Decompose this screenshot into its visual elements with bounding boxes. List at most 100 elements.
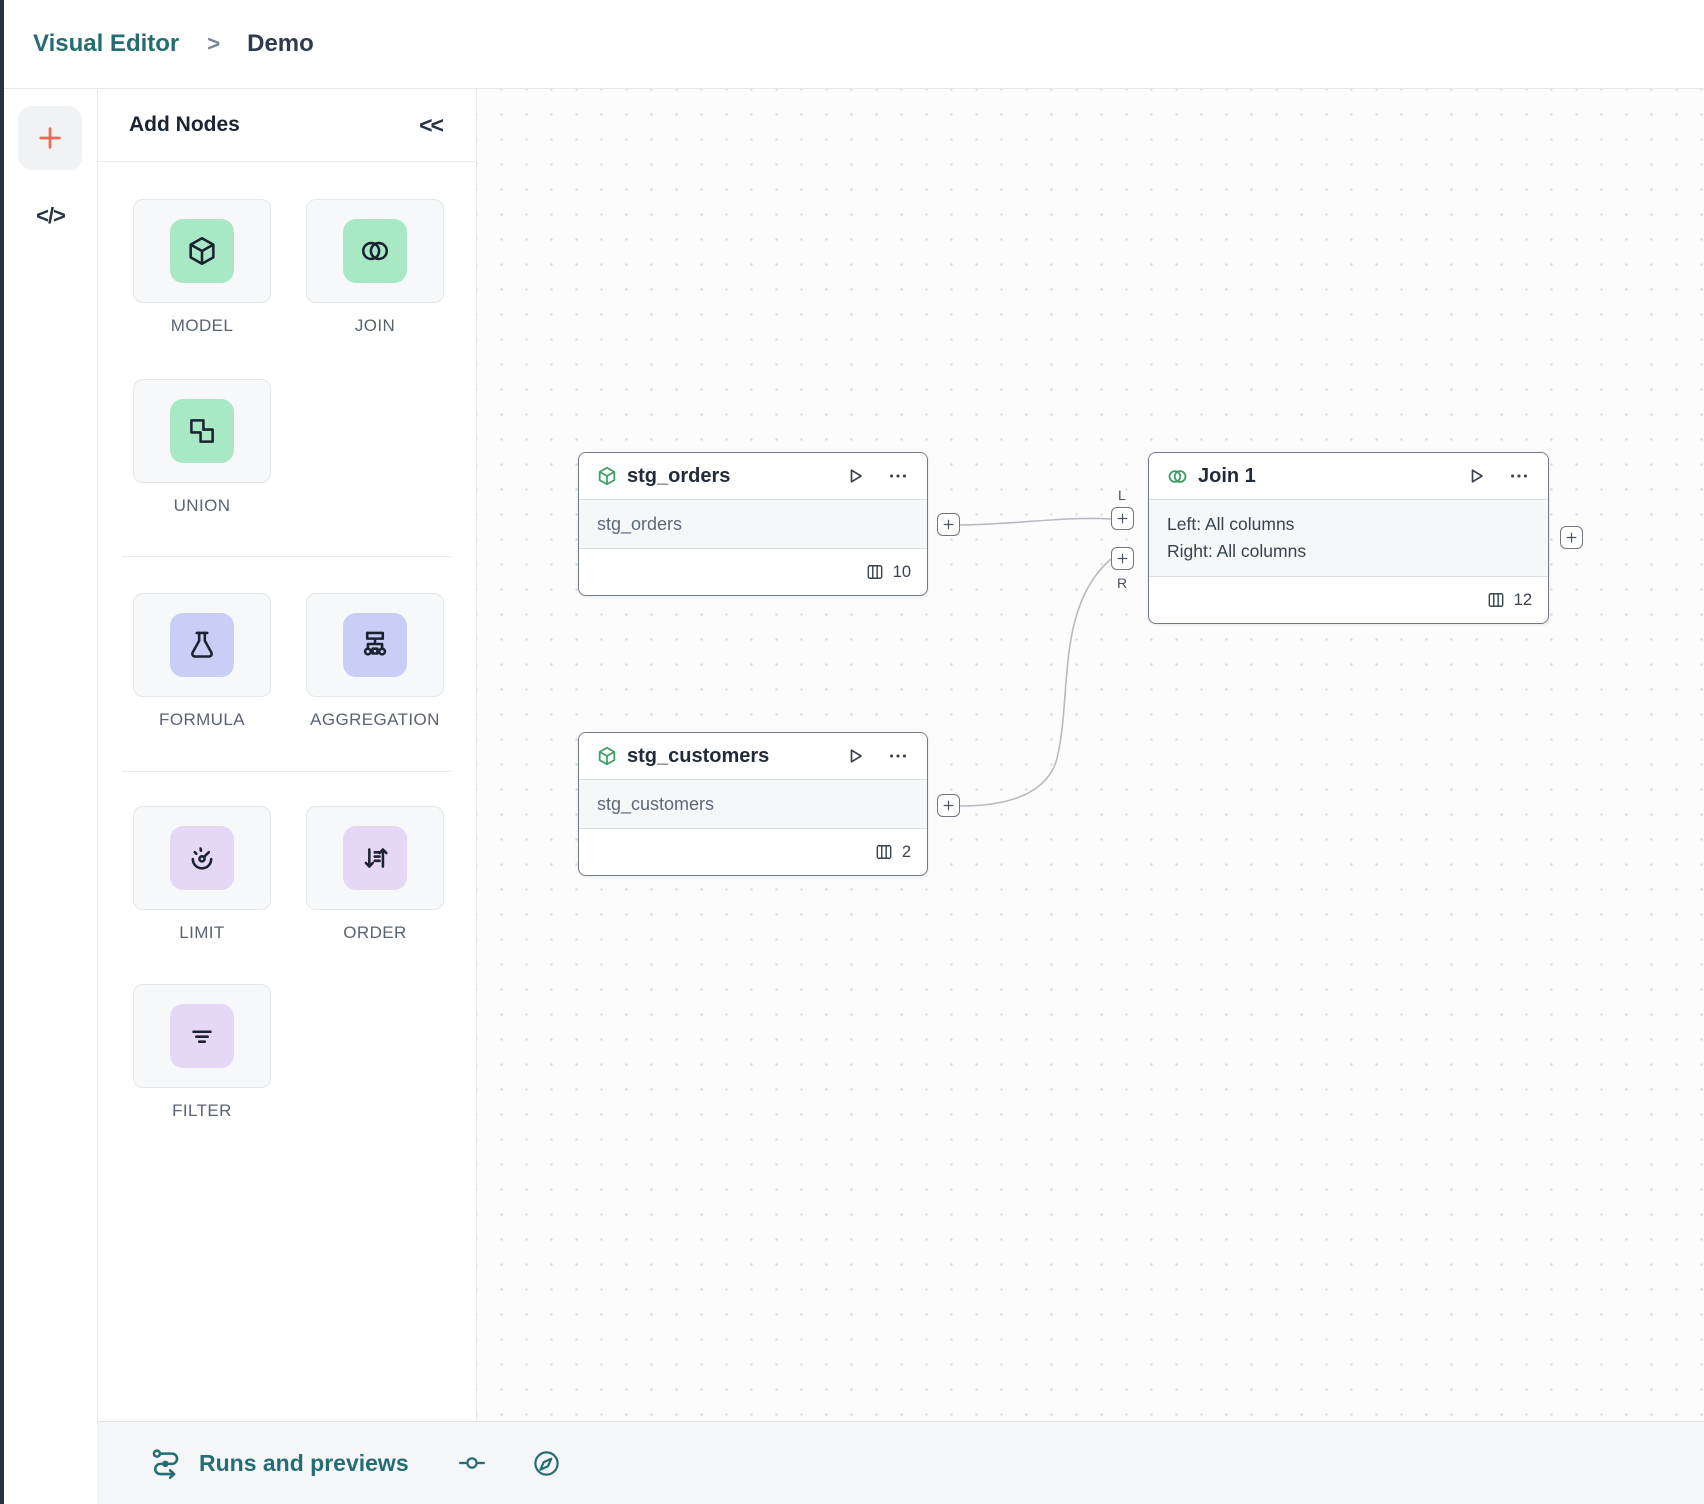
left-rail: </> [4, 89, 97, 1504]
compass-icon [531, 1448, 562, 1479]
tile-union[interactable]: UNION [133, 379, 271, 516]
tile-label: FILTER [172, 1101, 232, 1121]
node-footer: 12 [1149, 577, 1548, 623]
breadcrumb-separator: > [207, 31, 220, 57]
play-icon [1464, 464, 1488, 488]
join-right-port-label: R [1117, 575, 1127, 591]
node-body: stg_customers [579, 779, 927, 829]
tile-label: AGGREGATION [310, 710, 440, 730]
run-node-button[interactable] [1464, 464, 1488, 488]
play-icon [843, 464, 867, 488]
node-title: Join 1 [1198, 465, 1256, 488]
hierarchy-icon [343, 613, 407, 677]
commit-icon [457, 1448, 487, 1478]
tile-formula[interactable]: FORMULA [133, 593, 271, 730]
commit-button[interactable] [457, 1448, 487, 1478]
node-footer: 10 [579, 549, 927, 595]
cube-icon [596, 465, 618, 487]
cube-icon [596, 745, 618, 767]
add-nodes-panel: Add Nodes << MODEL [97, 89, 477, 1422]
runs-and-previews-label[interactable]: Runs and previews [199, 1450, 409, 1477]
sort-icon [343, 826, 407, 890]
tile-card [306, 199, 444, 303]
more-options-button[interactable] [887, 745, 909, 767]
tile-label: ORDER [343, 923, 406, 943]
app-edge-accent [0, 0, 4, 1504]
top-header: Visual Editor > Demo [4, 0, 1704, 88]
node-body: stg_orders [579, 499, 927, 549]
column-count: 12 [1514, 591, 1532, 610]
tile-label: JOIN [355, 316, 395, 336]
columns-icon [865, 562, 885, 582]
node-title: stg_orders [627, 465, 730, 488]
tile-card [133, 199, 271, 303]
join-left-setting: Left: All columns [1167, 511, 1548, 538]
node-header: Join 1 [1149, 453, 1548, 499]
column-count: 10 [893, 563, 911, 582]
node-join-1[interactable]: Join 1 Left: All columns Right: All colu… [1148, 452, 1549, 624]
tile-limit[interactable]: LIMIT [133, 806, 271, 943]
node-body: Left: All columns Right: All columns [1149, 499, 1548, 577]
tile-row: FORMULA AGGREGATION [133, 593, 444, 730]
tile-filter[interactable]: FILTER [133, 984, 271, 1121]
columns-icon [874, 842, 894, 862]
ellipsis-icon [887, 465, 909, 487]
tile-card [306, 806, 444, 910]
venn-icon [343, 219, 407, 283]
tile-order[interactable]: ORDER [306, 806, 444, 943]
tile-aggregation[interactable]: AGGREGATION [306, 593, 444, 730]
tile-card [306, 593, 444, 697]
port-stg-customers-output[interactable] [937, 794, 960, 817]
tile-label: MODEL [171, 316, 233, 336]
bottom-bar: Runs and previews [97, 1421, 1704, 1504]
plus-port-icon [1565, 531, 1578, 544]
node-source: stg_customers [597, 794, 927, 815]
cube-icon [170, 219, 234, 283]
plus-port-icon [1116, 512, 1129, 525]
run-node-button[interactable] [843, 464, 867, 488]
breadcrumb-root[interactable]: Visual Editor [33, 30, 179, 58]
tile-card [133, 806, 271, 910]
columns-icon [1486, 590, 1506, 610]
main-area: </> Add Nodes << MODEL [4, 88, 1704, 1504]
play-icon [843, 744, 867, 768]
flow-canvas[interactable]: stg_orders stg_orders [477, 89, 1704, 1422]
node-title: stg_customers [627, 745, 769, 768]
tile-card [133, 984, 271, 1088]
panel-header: Add Nodes << [98, 89, 476, 162]
tile-label: LIMIT [179, 923, 224, 943]
more-options-button[interactable] [1508, 465, 1530, 487]
gauge-icon [170, 826, 234, 890]
plus-port-icon [942, 799, 955, 812]
tile-model[interactable]: MODEL [133, 199, 271, 336]
union-icon [170, 399, 234, 463]
explore-button[interactable] [531, 1448, 562, 1479]
tile-card [133, 593, 271, 697]
node-header: stg_orders [579, 453, 927, 499]
tile-join[interactable]: JOIN [306, 199, 444, 336]
port-stg-orders-output[interactable] [937, 513, 960, 536]
node-stg-customers[interactable]: stg_customers stg_customers [578, 732, 928, 876]
panel-divider [122, 556, 452, 557]
node-stg-orders[interactable]: stg_orders stg_orders [578, 452, 928, 596]
ellipsis-icon [1508, 465, 1530, 487]
run-node-button[interactable] [843, 744, 867, 768]
tile-label: FORMULA [159, 710, 245, 730]
filter-lines-icon [170, 1004, 234, 1068]
tile-card [133, 379, 271, 483]
flask-icon [170, 613, 234, 677]
tile-row: MODEL JOIN [133, 199, 444, 336]
port-join-output[interactable] [1560, 526, 1583, 549]
more-options-button[interactable] [887, 465, 909, 487]
tile-label: UNION [174, 496, 231, 516]
column-count: 2 [902, 843, 911, 862]
panel-title: Add Nodes [129, 113, 240, 137]
add-button[interactable] [18, 106, 82, 170]
node-source: stg_orders [597, 514, 927, 535]
collapse-panel-button[interactable]: << [419, 112, 442, 139]
port-join-left-input[interactable] [1111, 507, 1134, 530]
join-right-setting: Right: All columns [1167, 538, 1548, 565]
code-editor-button[interactable]: </> [4, 193, 97, 239]
port-join-right-input[interactable] [1111, 547, 1134, 570]
tile-row: UNION [133, 379, 271, 516]
